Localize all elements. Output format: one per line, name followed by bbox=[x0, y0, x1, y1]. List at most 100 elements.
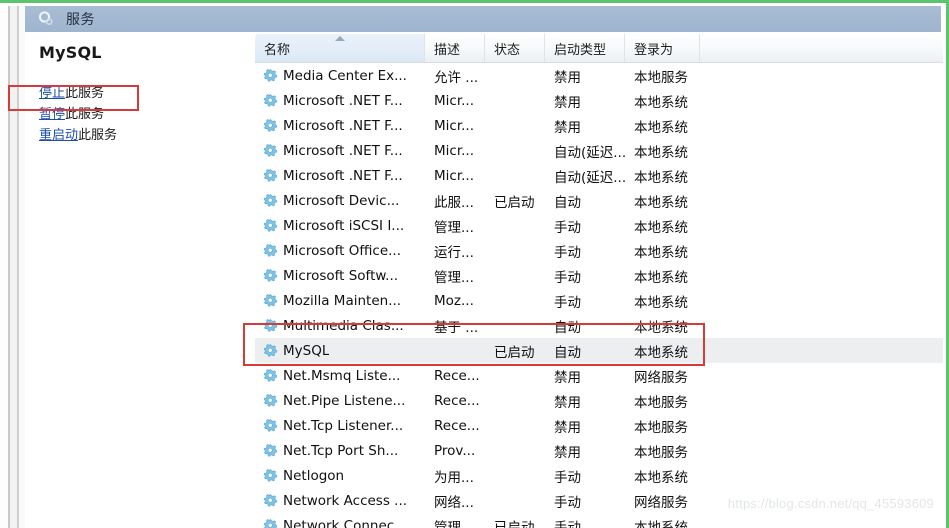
service-name-text: Network Connec... bbox=[283, 517, 408, 528]
cell-name: Net.Tcp Listener... bbox=[255, 418, 425, 434]
column-header-startup-type[interactable]: 启动类型 bbox=[545, 34, 625, 62]
column-header-status[interactable]: 状态 bbox=[485, 34, 545, 62]
cell-name: Net.Pipe Listene... bbox=[255, 393, 425, 409]
cell-startup-type: 自动(延迟... bbox=[554, 169, 625, 186]
table-row[interactable]: Microsoft iSCSI I... 管理... 手动 本地系统 bbox=[255, 213, 943, 238]
services-list-header: 名称 描述 状态 启动类型 登录为 bbox=[255, 34, 943, 63]
cell-log-on-as: 本地系统 bbox=[634, 344, 688, 361]
services-list-body[interactable]: Media Center Ex... 允许 ... 禁用 本地服务 Microsoft … bbox=[255, 63, 943, 528]
cell-description: 管理... bbox=[434, 219, 474, 236]
service-name-text: Microsoft .NET F... bbox=[283, 167, 403, 184]
cell-status: 已启动 bbox=[494, 344, 535, 361]
column-header-status-label: 状态 bbox=[494, 42, 521, 58]
table-row[interactable]: Microsoft .NET F... Micr... 禁用 本地系统 bbox=[255, 88, 943, 113]
cell-log-on-as: 本地系统 bbox=[634, 269, 688, 286]
service-name-text: Netlogon bbox=[283, 467, 345, 484]
table-row[interactable]: Multimedia Clas... 基于 ... 自动 本地系统 bbox=[255, 313, 943, 338]
service-name-text: Microsoft Devic... bbox=[283, 192, 400, 209]
cell-startup-type: 手动 bbox=[554, 269, 581, 286]
cell-startup-type: 禁用 bbox=[554, 369, 581, 386]
service-name-text: MySQL bbox=[283, 342, 330, 359]
table-row[interactable]: Net.Pipe Listene... Rece... 禁用 本地服务 bbox=[255, 388, 943, 413]
cell-name: Network Connec... bbox=[255, 518, 425, 528]
service-name-text: Mozilla Mainten... bbox=[283, 292, 402, 309]
service-name-text: Net.Msmq Liste... bbox=[283, 367, 401, 384]
cell-name: Multimedia Clas... bbox=[255, 318, 425, 334]
cell-name: Mozilla Mainten... bbox=[255, 293, 425, 309]
cell-name: Net.Msmq Liste... bbox=[255, 368, 425, 384]
service-name-text: Microsoft Office... bbox=[283, 242, 402, 259]
cell-log-on-as: 本地服务 bbox=[634, 394, 688, 411]
cell-description: Rece... bbox=[434, 367, 480, 384]
cell-name: Microsoft iSCSI I... bbox=[255, 218, 425, 234]
cell-name: Microsoft .NET F... bbox=[255, 168, 425, 184]
cell-name: Microsoft .NET F... bbox=[255, 118, 425, 134]
cell-log-on-as: 本地系统 bbox=[634, 144, 688, 161]
pause-service-link-text: 暂停 bbox=[39, 107, 66, 122]
cell-status: 已启动 bbox=[494, 194, 535, 211]
table-row[interactable]: Microsoft Office... 运行... 手动 本地系统 bbox=[255, 238, 943, 263]
window-title: 服务 bbox=[66, 12, 95, 28]
table-row[interactable]: Media Center Ex... 允许 ... 禁用 本地服务 bbox=[255, 63, 943, 88]
cell-startup-type: 自动(延迟... bbox=[554, 144, 625, 161]
service-name-text: Microsoft .NET F... bbox=[283, 117, 403, 134]
table-row[interactable]: Netlogon 为用... 手动 本地系统 bbox=[255, 463, 943, 488]
table-row[interactable]: Network Access ... 网络... 手动 网络服务 bbox=[255, 488, 943, 513]
column-header-name[interactable]: 名称 bbox=[255, 34, 425, 62]
cell-startup-type: 手动 bbox=[554, 494, 581, 511]
cell-description: Moz... bbox=[434, 292, 474, 309]
service-name-text: Net.Pipe Listene... bbox=[283, 392, 406, 409]
column-header-log-on-as[interactable]: 登录为 bbox=[625, 34, 700, 62]
cell-startup-type: 禁用 bbox=[554, 119, 581, 136]
table-row[interactable]: Microsoft Softw... 管理... 手动 本地系统 bbox=[255, 263, 943, 288]
table-row[interactable]: Net.Tcp Listener... Rece... 禁用 本地服务 bbox=[255, 413, 943, 438]
stop-service-link[interactable]: 停止此服务 bbox=[39, 84, 239, 103]
stop-service-link-suffix: 此服务 bbox=[65, 86, 105, 101]
cell-description: 管理... bbox=[434, 519, 474, 528]
cell-startup-type: 禁用 bbox=[554, 444, 581, 461]
table-row[interactable]: Net.Msmq Liste... Rece... 禁用 网络服务 bbox=[255, 363, 943, 388]
cell-name: Microsoft Devic... bbox=[255, 193, 425, 209]
cell-description: 网络... bbox=[434, 494, 474, 511]
title-bar: 服务 bbox=[25, 6, 941, 32]
cell-description: Micr... bbox=[434, 142, 475, 159]
pause-service-link[interactable]: 暂停此服务 bbox=[39, 105, 239, 124]
column-header-description[interactable]: 描述 bbox=[425, 34, 485, 62]
cell-description: Prov... bbox=[434, 442, 476, 459]
table-row[interactable]: Mozilla Mainten... Moz... 手动 本地系统 bbox=[255, 288, 943, 313]
cell-log-on-as: 本地系统 bbox=[634, 319, 688, 336]
cell-description: 运行... bbox=[434, 244, 474, 261]
cell-log-on-as: 网络服务 bbox=[634, 369, 688, 386]
table-row[interactable]: Microsoft .NET F... Micr... 自动(延迟... 本地系统 bbox=[255, 163, 943, 188]
service-name-text: Microsoft iSCSI I... bbox=[283, 217, 405, 234]
service-name-text: Media Center Ex... bbox=[283, 67, 407, 84]
cell-name: Microsoft Softw... bbox=[255, 268, 425, 284]
cell-log-on-as: 本地系统 bbox=[634, 294, 688, 311]
table-row[interactable]: Microsoft .NET F... Micr... 禁用 本地系统 bbox=[255, 113, 943, 138]
table-row[interactable]: Network Connec... 管理... 已启动 手动 本地系统 bbox=[255, 513, 943, 528]
table-row[interactable]: Microsoft .NET F... Micr... 自动(延迟... 本地系统 bbox=[255, 138, 943, 163]
services-gear-icon bbox=[37, 10, 55, 28]
cell-log-on-as: 本地系统 bbox=[634, 219, 688, 236]
restart-service-link[interactable]: 重启动此服务 bbox=[39, 126, 239, 145]
cell-name: Netlogon bbox=[255, 468, 425, 484]
window-edge-strip-mid bbox=[10, 6, 17, 528]
cell-log-on-as: 本地服务 bbox=[634, 419, 688, 436]
table-row[interactable]: Net.Tcp Port Sh... Prov... 禁用 本地服务 bbox=[255, 438, 943, 463]
cell-startup-type: 手动 bbox=[554, 294, 581, 311]
cell-startup-type: 手动 bbox=[554, 469, 581, 486]
service-detail-pane: MySQL 停止此服务 暂停此服务 重启动此服务 bbox=[25, 32, 255, 528]
column-header-startup-type-label: 启动类型 bbox=[554, 42, 607, 58]
cell-log-on-as: 本地系统 bbox=[634, 194, 688, 211]
service-name-text: Net.Tcp Listener... bbox=[283, 417, 404, 434]
window-edge-strip-outer bbox=[0, 6, 8, 528]
table-row[interactable]: MySQL 已启动 自动 本地系统 bbox=[255, 338, 943, 363]
cell-name: Microsoft .NET F... bbox=[255, 143, 425, 159]
cell-log-on-as: 本地系统 bbox=[634, 244, 688, 261]
cell-description: 管理... bbox=[434, 269, 474, 286]
stop-service-link-text: 停止 bbox=[39, 86, 66, 101]
table-row[interactable]: Microsoft Devic... 此服... 已启动 自动 本地系统 bbox=[255, 188, 943, 213]
sort-ascending-icon bbox=[334, 36, 345, 41]
cell-startup-type: 自动 bbox=[554, 319, 581, 336]
cell-startup-type: 手动 bbox=[554, 519, 581, 528]
